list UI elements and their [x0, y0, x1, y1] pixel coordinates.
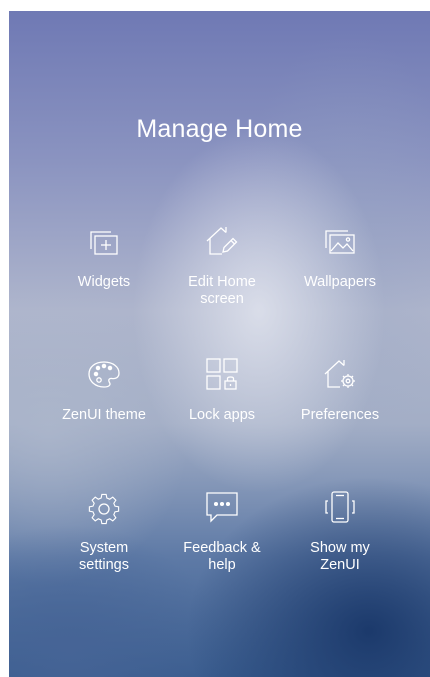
system-settings-label: System settings: [79, 540, 129, 573]
widgets-button[interactable]: Widgets: [45, 221, 163, 354]
palette-icon: [84, 354, 124, 394]
system-settings-button[interactable]: System settings: [45, 487, 163, 620]
widgets-icon: [84, 221, 124, 261]
zenui-theme-label: ZenUI theme: [62, 407, 146, 423]
feedback-help-button[interactable]: Feedback & help: [163, 487, 281, 620]
page-title: Manage Home: [136, 115, 303, 143]
wallpapers-button[interactable]: Wallpapers: [281, 221, 399, 354]
lock-apps-button[interactable]: Lock apps: [163, 354, 281, 487]
chat-bubble-icon: [202, 487, 242, 527]
gear-icon: [84, 487, 124, 527]
home-gear-icon: [320, 354, 360, 394]
lock-apps-label: Lock apps: [188, 407, 256, 423]
manage-home-screen: Manage Home Widgets Edit Home screen Wal…: [9, 11, 430, 677]
show-my-zenui-label: Show my ZenUI: [310, 540, 370, 573]
zenui-theme-button[interactable]: ZenUI theme: [45, 354, 163, 487]
lock-apps-icon: [202, 354, 242, 394]
edit-home-screen-label: Edit Home screen: [188, 274, 256, 307]
preferences-label: Preferences: [300, 407, 380, 423]
edit-home-icon: [202, 221, 242, 261]
wallpapers-icon: [320, 221, 360, 261]
widgets-label: Widgets: [77, 274, 131, 290]
show-my-zenui-button[interactable]: Show my ZenUI: [281, 487, 399, 620]
preferences-button[interactable]: Preferences: [281, 354, 399, 487]
options-grid: Widgets Edit Home screen Wallpapers ZenU…: [45, 221, 399, 620]
feedback-help-label: Feedback & help: [183, 540, 261, 573]
phone-vibrate-icon: [320, 487, 360, 527]
edit-home-screen-button[interactable]: Edit Home screen: [163, 221, 281, 354]
wallpapers-label: Wallpapers: [304, 274, 376, 290]
